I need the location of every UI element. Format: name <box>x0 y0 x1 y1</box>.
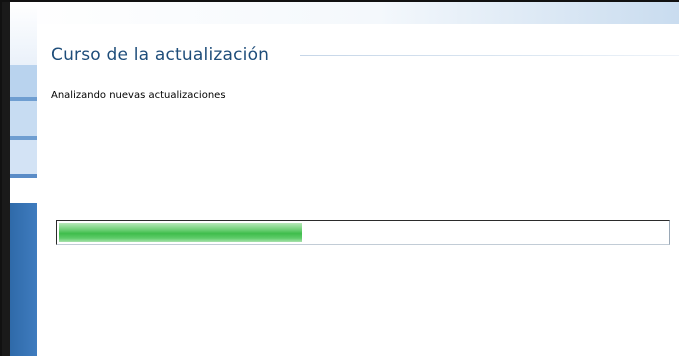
content-panel: Curso de la actualización Analizando nue… <box>37 24 679 356</box>
sidebar-item-3[interactable] <box>10 140 37 174</box>
sidebar-item-1[interactable] <box>10 65 37 97</box>
navigation-sidebar <box>10 2 37 356</box>
window-edge <box>2 2 10 356</box>
status-text: Analizando nuevas actualizaciones <box>51 90 226 101</box>
sidebar-spacer <box>10 178 37 203</box>
title-divider <box>300 55 679 56</box>
page-title: Curso de la actualización <box>51 45 270 65</box>
title-band <box>10 2 679 24</box>
sidebar-item-2[interactable] <box>10 101 37 136</box>
update-progress-bar <box>56 220 670 245</box>
progress-fill <box>59 223 302 242</box>
sidebar-active-item[interactable] <box>10 203 37 356</box>
sidebar-header <box>10 2 37 65</box>
